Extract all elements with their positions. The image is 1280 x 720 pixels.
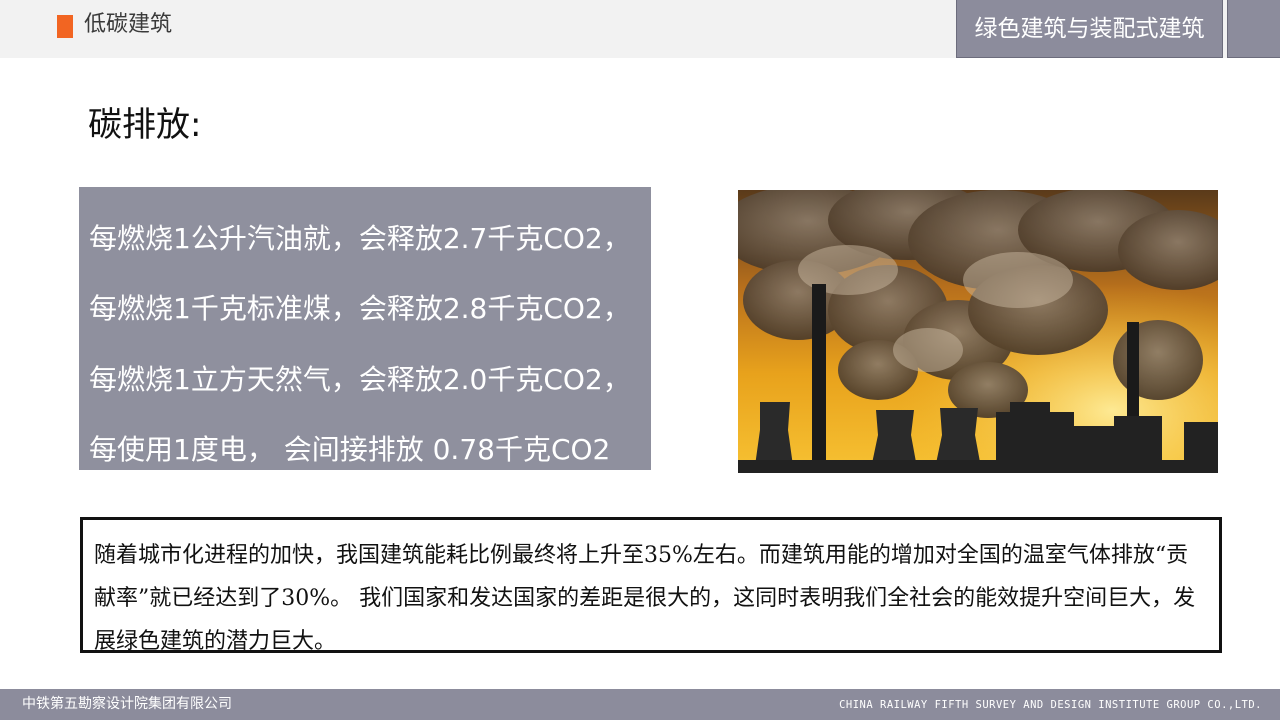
header-section-tag: 绿色建筑与装配式建筑: [956, 0, 1223, 58]
header-accent-mark: [57, 15, 73, 38]
fact-line-gas: 每燃烧1立方天然气，会释放2.0千克CO2，: [89, 363, 631, 396]
emission-facts-panel: 每燃烧1公升汽油就，会释放2.7千克CO2， 每燃烧1千克标准煤，会释放2.8千…: [79, 187, 651, 470]
fact-line-gasoline: 每燃烧1公升汽油就，会释放2.7千克CO2，: [89, 222, 631, 255]
fact-line-electricity: 每使用1度电， 会间接排放 0.78千克CO2: [89, 433, 611, 466]
section-title: 碳排放:: [88, 105, 202, 145]
fact-line-coal: 每燃烧1千克标准煤，会释放2.8千克CO2，: [89, 292, 631, 325]
header-title: 低碳建筑: [84, 12, 173, 37]
header-decor-block: [1227, 0, 1280, 58]
footer-company-name: 中铁第五勘察设计院集团有限公司: [22, 696, 232, 712]
summary-text: 随着城市化进程的加快，我国建筑能耗比例最终将上升至35%左右。而建筑用能的增加对…: [94, 543, 1196, 654]
summary-text-box: 随着城市化进程的加快，我国建筑能耗比例最终将上升至35%左右。而建筑用能的增加对…: [80, 517, 1222, 654]
power-plant-illustration: [738, 190, 1218, 473]
footer-company-name-english: CHINA RAILWAY FIFTH SURVEY AND DESIGN IN…: [839, 699, 1262, 711]
power-plant-photo: [738, 190, 1218, 473]
footer-bar: 中铁第五勘察设计院集团有限公司 CHINA RAILWAY FIFTH SURV…: [0, 689, 1280, 720]
